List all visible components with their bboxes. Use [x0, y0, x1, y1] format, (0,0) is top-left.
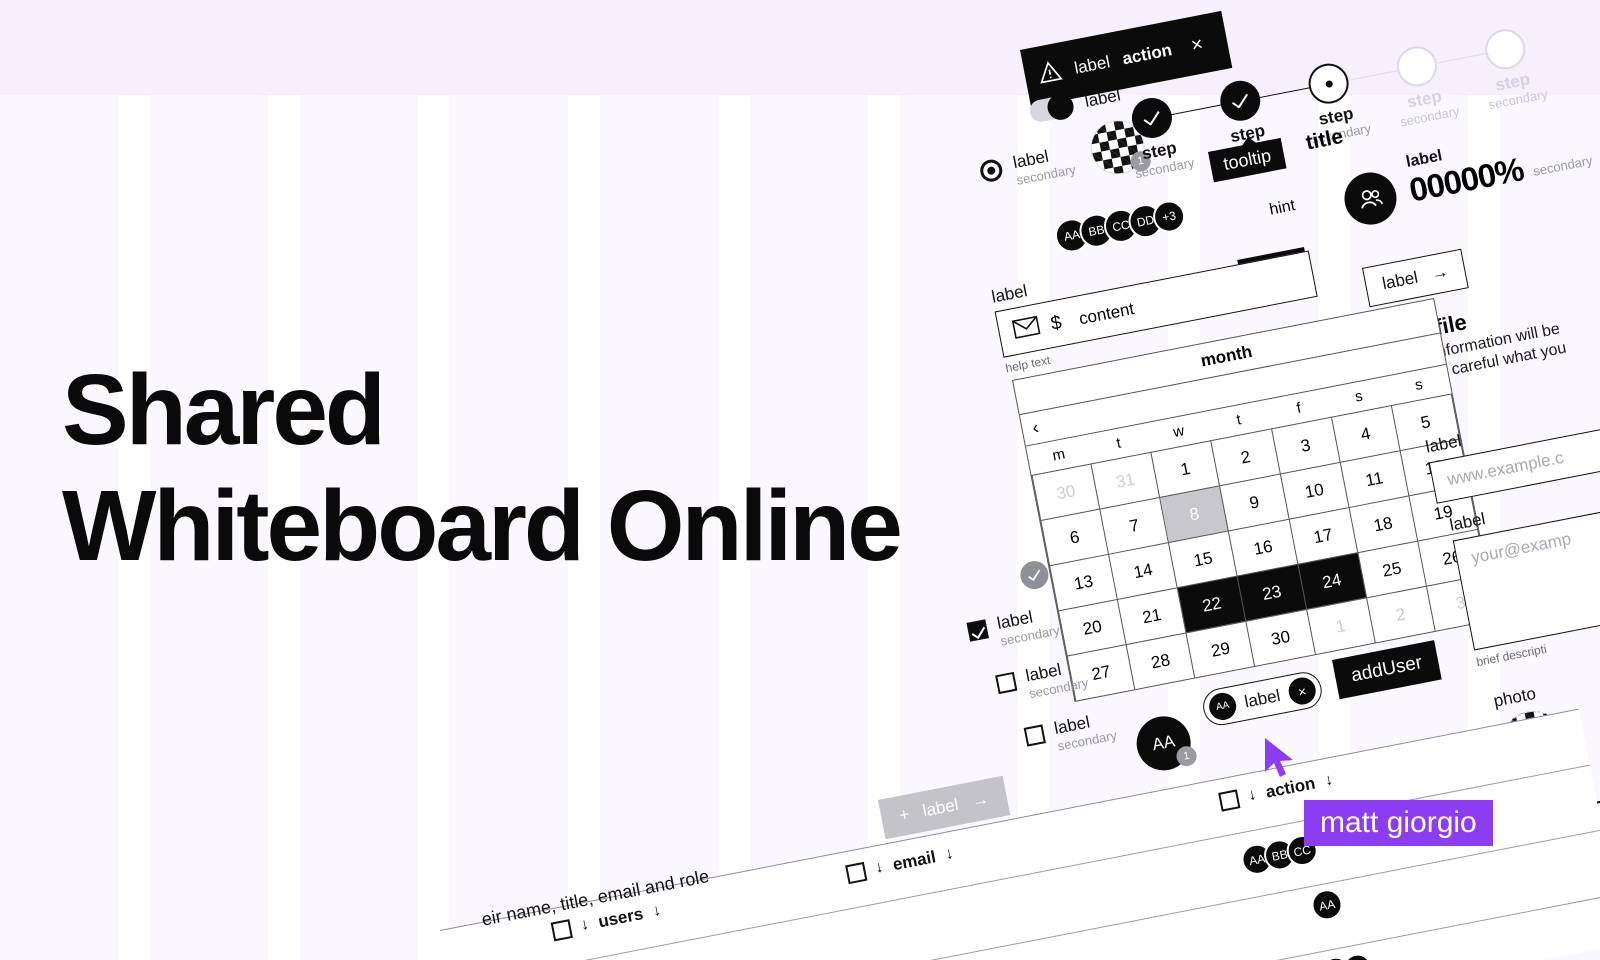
row-checkbox[interactable] [845, 861, 868, 884]
row-checkbox[interactable] [1218, 788, 1241, 812]
stat-secondary: secondary [1531, 152, 1594, 179]
email-input-placeholder: your@examp [1469, 529, 1573, 568]
plus-icon: + [897, 804, 911, 826]
currency-symbol: $ [1048, 311, 1064, 335]
hero-line-1: Shared [62, 354, 386, 466]
chip-close-icon[interactable]: × [1286, 675, 1318, 707]
checkbox-input-1[interactable] [966, 619, 989, 642]
close-icon[interactable]: × [1189, 33, 1205, 58]
cursor-name-tag: matt giorgio [1304, 800, 1493, 846]
sort-down-icon[interactable]: ↓ [651, 902, 662, 921]
page-title: Shared Whiteboard Online [62, 352, 962, 584]
search-input-value: content [1077, 298, 1136, 328]
table-header-email[interactable]: ↓ email ↓ [845, 844, 955, 884]
arrow-right-icon: → [970, 789, 991, 811]
hero-line-2: Whiteboard Online [62, 470, 903, 582]
users-icon [1340, 168, 1401, 230]
arrow-right-icon: → [1429, 261, 1450, 284]
chip-label: label [1242, 685, 1282, 711]
checkbox-input-3[interactable] [1023, 724, 1046, 747]
alert-action-button[interactable]: action [1121, 40, 1174, 69]
chip-avatar: AA [1206, 690, 1239, 723]
alert-label: label [1072, 52, 1112, 78]
radio-button[interactable] [978, 157, 1005, 184]
add-button-label: label [921, 794, 960, 821]
column-label-email: email [891, 847, 938, 875]
avatar-large[interactable]: AA 1 [1132, 711, 1199, 776]
arrow-button-label: label [1380, 267, 1420, 294]
sort-down-icon[interactable]: ↓ [1247, 786, 1258, 805]
checkbox-input-2[interactable] [995, 671, 1018, 695]
check-icon [1231, 93, 1248, 109]
row-avatar[interactable]: AA [1308, 886, 1346, 923]
row-avatar-overflow[interactable]: +3 [1340, 951, 1375, 960]
table-row[interactable]: AA [1308, 886, 1346, 923]
sort-down-icon[interactable]: ↓ [579, 916, 590, 935]
column-label-users: users [596, 904, 645, 932]
warning-triangle-icon [1036, 58, 1065, 89]
sort-down-icon[interactable]: ↓ [874, 858, 885, 877]
check-icon [1143, 110, 1160, 126]
whiteboard-canvas[interactable]: Shared Whiteboard Online label action × … [0, 0, 1600, 960]
checkbox-item[interactable]: label secondary [995, 652, 1108, 707]
mail-icon [1011, 315, 1041, 344]
row-checkbox[interactable] [550, 918, 573, 941]
sort-down-icon[interactable]: ↓ [944, 845, 955, 864]
cursor-pointer [1263, 736, 1297, 785]
sort-down-icon[interactable]: ↓ [1323, 771, 1334, 790]
